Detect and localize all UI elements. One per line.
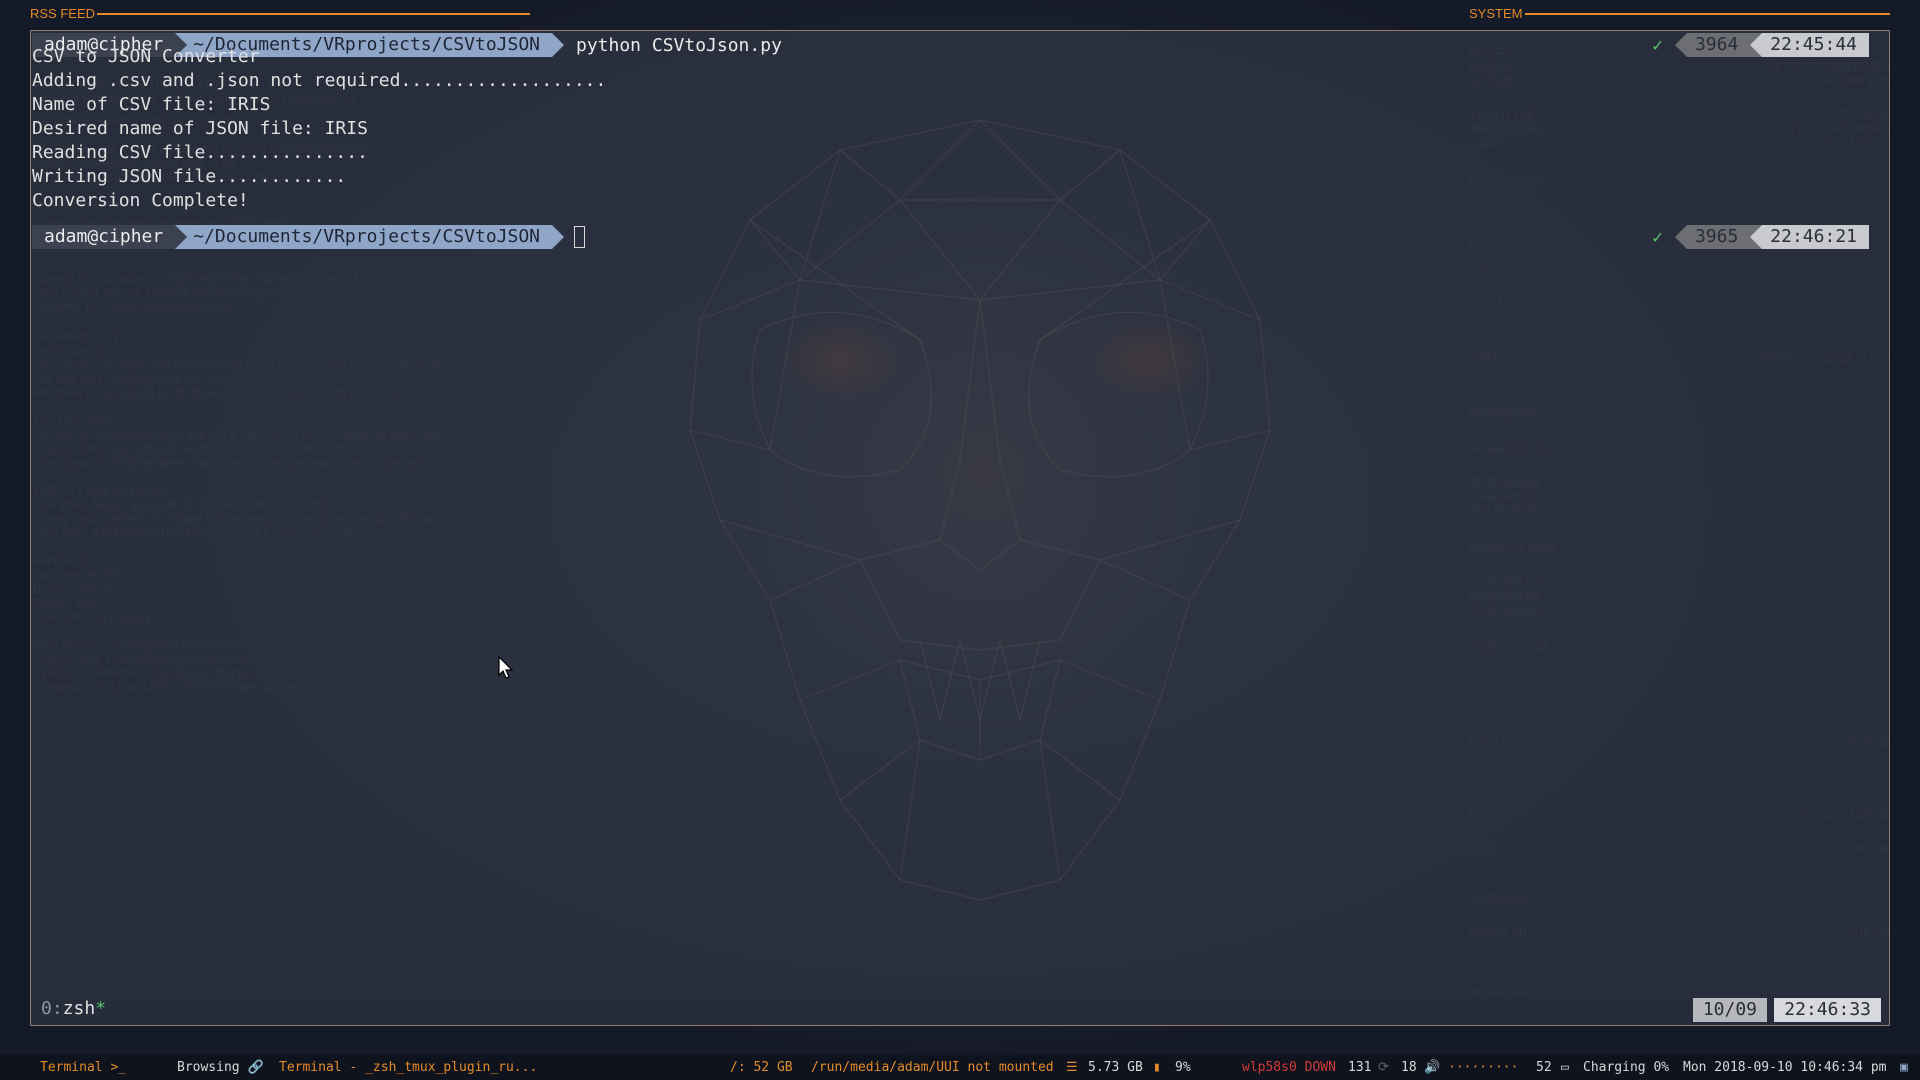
powerline-separator <box>1674 33 1687 57</box>
powerline-separator <box>1674 225 1687 249</box>
tmux-window-tab[interactable]: 0:zsh* <box>41 998 106 1019</box>
package-count: 131 <box>1348 1060 1372 1075</box>
system-header: SYSTEM <box>1469 6 1523 21</box>
media-mount-status: /run/media/adam/UUI not mounted <box>811 1060 1054 1075</box>
text-cursor[interactable] <box>574 226 585 248</box>
history-number: 3964 <box>1686 33 1751 57</box>
workspace-terminal-label: Terminal <box>40 1060 103 1075</box>
root-disk-usage: /: 52 GB <box>730 1060 793 1075</box>
terminal-output-line: Writing JSON file............ <box>32 166 347 187</box>
workspace-browsing[interactable]: Browsing 🔗 <box>177 1060 264 1075</box>
updates-count: 18 <box>1401 1060 1417 1075</box>
shell-prompt-2: adam@cipher ~/Documents/VRprojects/CSVto… <box>32 225 585 249</box>
updates-icon: ⟳ <box>1378 1060 1389 1075</box>
tmux-active-flag: * <box>95 998 107 1019</box>
terminal-output-line: Desired name of JSON file: IRIS <box>32 118 368 139</box>
tmux-time: 22:46:33 <box>1774 998 1881 1022</box>
cpu-usage: 9% <box>1175 1060 1191 1075</box>
active-window-title[interactable]: Terminal - _zsh_tmux_plugin_ru... <box>279 1060 537 1075</box>
tmux-status-bar: 0:zsh* 10/09 22:46:33 <box>31 995 1889 1025</box>
right-prompt-1: ✓ 3964 22:45:44 <box>1652 33 1869 57</box>
terminal-output-line: Adding .csv and .json not required......… <box>32 70 607 91</box>
powerline-separator <box>175 225 188 249</box>
volume-level-dots: ········· <box>1448 1060 1519 1075</box>
typed-command: python CSVtoJson.py <box>576 34 782 56</box>
volume-value: 52 <box>1536 1060 1552 1075</box>
link-icon: 🔗 <box>247 1060 264 1075</box>
tmux-date: 10/09 <box>1692 998 1767 1022</box>
terminal-output-line: Reading CSV file............... <box>32 142 368 163</box>
rss-header-divider <box>97 13 530 15</box>
terminal-output-line: Conversion Complete! <box>32 190 249 211</box>
network-status: wlp58s0 DOWN <box>1242 1060 1336 1075</box>
tmux-window-index: 0: <box>41 998 63 1019</box>
tray-icon[interactable]: ▣ <box>1900 1060 1908 1075</box>
clock-datetime: Mon 2018-09-10 10:46:34 pm <box>1683 1060 1887 1075</box>
prompt-time: 22:46:21 <box>1762 225 1869 249</box>
success-check-icon: ✓ <box>1652 226 1663 248</box>
workspace-terminal[interactable]: Terminal >_ <box>40 1060 126 1075</box>
cpu-icon: ▮ <box>1153 1060 1161 1075</box>
memory-usage: 5.73 GB <box>1088 1060 1143 1075</box>
battery-status: Charging 0% <box>1583 1060 1670 1075</box>
terminal-prompt-icon: >_ <box>110 1060 127 1075</box>
workspace-browsing-label: Browsing <box>177 1060 240 1075</box>
history-number: 3965 <box>1686 225 1751 249</box>
powerline-separator <box>552 225 564 249</box>
mouse-pointer-icon <box>498 656 514 679</box>
terminal-output-line: Name of CSV file: IRIS <box>32 94 271 115</box>
rss-feed-header: RSS FEED <box>30 6 96 21</box>
terminal-output-line: CSV to JSON Converter <box>32 46 260 67</box>
terminal-window[interactable]: adam@cipher ~/Documents/VRprojects/CSVto… <box>30 30 1890 1026</box>
volume-icon[interactable]: 🔊 <box>1424 1060 1440 1075</box>
prompt-path: ~/Documents/VRprojects/CSVtoJSON <box>187 225 552 249</box>
memory-icon: ☰ <box>1066 1060 1078 1075</box>
battery-icon: ▭ <box>1561 1060 1569 1075</box>
powerline-separator <box>1750 225 1763 249</box>
prompt-time: 22:45:44 <box>1762 33 1869 57</box>
system-header-divider <box>1525 13 1890 15</box>
tmux-window-name: zsh <box>62 998 96 1019</box>
success-check-icon: ✓ <box>1652 34 1663 56</box>
system-taskbar: Terminal >_ Browsing 🔗 Terminal - _zsh_t… <box>0 1055 1920 1080</box>
right-prompt-2: ✓ 3965 22:46:21 <box>1652 225 1869 249</box>
powerline-separator <box>552 33 564 57</box>
powerline-separator <box>1750 33 1763 57</box>
prompt-user-host: adam@cipher <box>32 225 176 249</box>
